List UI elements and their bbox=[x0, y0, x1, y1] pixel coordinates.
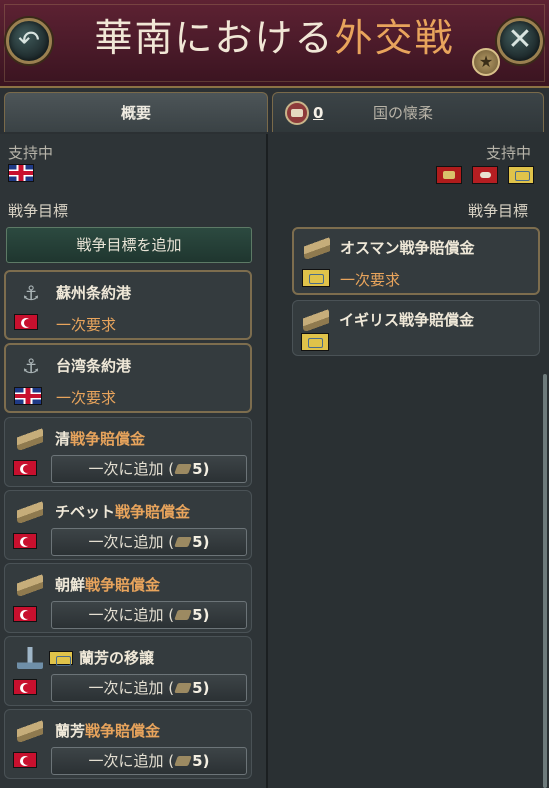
add-to-primary-button[interactable]: 一次に追加 ( 5) bbox=[51, 601, 247, 629]
enemy-war-goal-card: オスマン戦争賠償金 一次要求 bbox=[292, 227, 540, 295]
flag-turkey bbox=[13, 606, 37, 622]
back-button[interactable]: ↶ bbox=[6, 18, 52, 64]
war-goal-status: 一次要求 bbox=[56, 389, 117, 407]
page-title: 華南における外交戦 bbox=[60, 10, 489, 66]
cost-icon bbox=[174, 610, 192, 620]
add-to-primary-label: 一次に追加 ( bbox=[88, 679, 175, 697]
tab-overview[interactable]: 概要 bbox=[4, 92, 268, 132]
anchor-icon: ⚓ bbox=[22, 354, 40, 378]
star-icon: ★ bbox=[472, 48, 500, 76]
flag-turkey bbox=[13, 752, 37, 768]
war-goal-status: 一次要求 bbox=[340, 271, 401, 289]
right-supporting-label: 支持中 bbox=[486, 144, 532, 162]
war-goal-type: 戦争賠償金 bbox=[70, 430, 146, 448]
war-goal-title: オスマン戦争賠償金 bbox=[340, 239, 475, 257]
war-goal-title: 清戦争賠償金 bbox=[55, 428, 145, 449]
add-war-goal-button[interactable]: 戦争目標を追加 bbox=[6, 227, 252, 263]
add-to-primary-button[interactable]: 一次に追加 ( 5) bbox=[51, 455, 247, 483]
left-supporter-flag-uk bbox=[8, 164, 34, 182]
left-war-goals-label: 戦争目標 bbox=[8, 202, 69, 220]
add-to-primary-label: 一次に追加 ( bbox=[88, 460, 175, 478]
gold-bars-icon bbox=[17, 428, 43, 450]
war-goal-target: 朝鮮 bbox=[55, 576, 86, 594]
war-goal-type: 戦争賠償金 bbox=[85, 722, 161, 740]
close-icon: ✕ bbox=[507, 22, 533, 57]
add-cost: 5) bbox=[192, 679, 210, 697]
flag-uk bbox=[14, 387, 42, 405]
add-cost: 5) bbox=[192, 752, 210, 770]
add-to-primary-button[interactable]: 一次に追加 ( 5) bbox=[51, 674, 247, 702]
war-goal-title: 朝鮮戦争賠償金 bbox=[55, 574, 160, 595]
war-goal-title: 蘭芳の移譲 bbox=[49, 647, 154, 668]
scrollbar[interactable] bbox=[543, 374, 547, 788]
pacify-icon bbox=[285, 101, 309, 125]
war-goal-title: 蘇州条約港 bbox=[56, 284, 132, 302]
flag-turkey bbox=[13, 460, 37, 476]
war-goal-target: 蘭芳 bbox=[79, 649, 110, 667]
war-goal-card: 蘭芳の移譲 一次に追加 ( 5) bbox=[4, 636, 252, 706]
back-arrow-icon: ↶ bbox=[18, 26, 40, 56]
add-cost: 5) bbox=[192, 606, 210, 624]
gold-bars-icon bbox=[17, 574, 43, 596]
add-cost: 5) bbox=[192, 533, 210, 551]
war-goal-type: 戦争賠償金 bbox=[115, 503, 191, 521]
add-to-primary-label: 一次に追加 ( bbox=[88, 752, 175, 770]
war-goal-title: 蘭芳戦争賠償金 bbox=[55, 720, 160, 741]
flag-lanfang bbox=[301, 333, 329, 351]
war-goal-title: チベット戦争賠償金 bbox=[55, 501, 190, 522]
add-to-primary-button[interactable]: 一次に追加 ( 5) bbox=[51, 747, 247, 775]
war-goal-target: 蘭芳 bbox=[55, 722, 86, 740]
enemy-war-goal-card: イギリス戦争賠償金 bbox=[292, 300, 540, 356]
war-goal-card: 清戦争賠償金 一次に追加 ( 5) bbox=[4, 417, 252, 487]
transfer-icon bbox=[17, 647, 43, 669]
war-goal-card: チベット戦争賠償金 一次に追加 ( 5) bbox=[4, 490, 252, 560]
cost-icon bbox=[174, 537, 192, 547]
war-goal-card[interactable]: ⚓ 台湾条約港 一次要求 bbox=[4, 343, 252, 413]
flag-turkey bbox=[13, 533, 37, 549]
anchor-icon: ⚓ bbox=[22, 281, 40, 305]
supporter-flag-3 bbox=[508, 166, 534, 184]
war-goal-title: イギリス戦争賠償金 bbox=[339, 311, 475, 329]
flag-lanfang bbox=[49, 651, 73, 666]
supporter-flag-1 bbox=[436, 166, 462, 184]
header-bar: ↶ 華南における外交戦 ★ ✕ bbox=[0, 0, 549, 88]
war-goal-target: チベット bbox=[55, 503, 116, 521]
war-goal-title: 台湾条約港 bbox=[56, 357, 132, 375]
supporter-flag-2 bbox=[472, 166, 498, 184]
war-goal-card[interactable]: ⚓ 蘇州条約港 一次要求 bbox=[4, 270, 252, 340]
cost-icon bbox=[174, 756, 192, 766]
close-button[interactable]: ✕ bbox=[497, 18, 543, 64]
gold-bars-icon bbox=[304, 237, 330, 259]
pacify-count: 0 bbox=[313, 104, 324, 122]
add-cost: 5) bbox=[192, 460, 210, 478]
war-goal-card: 蘭芳戦争賠償金 一次に追加 ( 5) bbox=[4, 709, 252, 779]
gold-bars-icon bbox=[17, 720, 43, 742]
add-to-primary-button[interactable]: 一次に追加 ( 5) bbox=[51, 528, 247, 556]
war-goal-status: 一次要求 bbox=[56, 316, 117, 334]
title-event: 外交戦 bbox=[334, 16, 455, 60]
gold-bars-icon bbox=[17, 501, 43, 523]
add-to-primary-label: 一次に追加 ( bbox=[88, 606, 175, 624]
war-goal-target: 清 bbox=[55, 430, 71, 448]
flag-turkey bbox=[14, 314, 38, 330]
war-goal-type: 戦争賠償金 bbox=[85, 576, 161, 594]
cost-icon bbox=[174, 464, 192, 474]
tab-bar: 概要 0 国の懐柔 bbox=[0, 90, 549, 134]
title-region: 華南における bbox=[94, 16, 335, 60]
right-war-goals-label: 戦争目標 bbox=[468, 202, 529, 220]
gold-bars-icon bbox=[303, 309, 329, 331]
war-goal-card: 朝鮮戦争賠償金 一次に追加 ( 5) bbox=[4, 563, 252, 633]
flag-lanfang bbox=[302, 269, 330, 287]
tab-pacify-nations[interactable]: 0 国の懐柔 bbox=[272, 92, 544, 132]
war-goal-type: の移譲 bbox=[109, 649, 155, 667]
cost-icon bbox=[174, 683, 192, 693]
flag-turkey bbox=[13, 679, 37, 695]
tab-pacify-label: 国の懐柔 bbox=[373, 104, 434, 122]
add-to-primary-label: 一次に追加 ( bbox=[88, 533, 175, 551]
left-supporting-label: 支持中 bbox=[8, 144, 54, 162]
